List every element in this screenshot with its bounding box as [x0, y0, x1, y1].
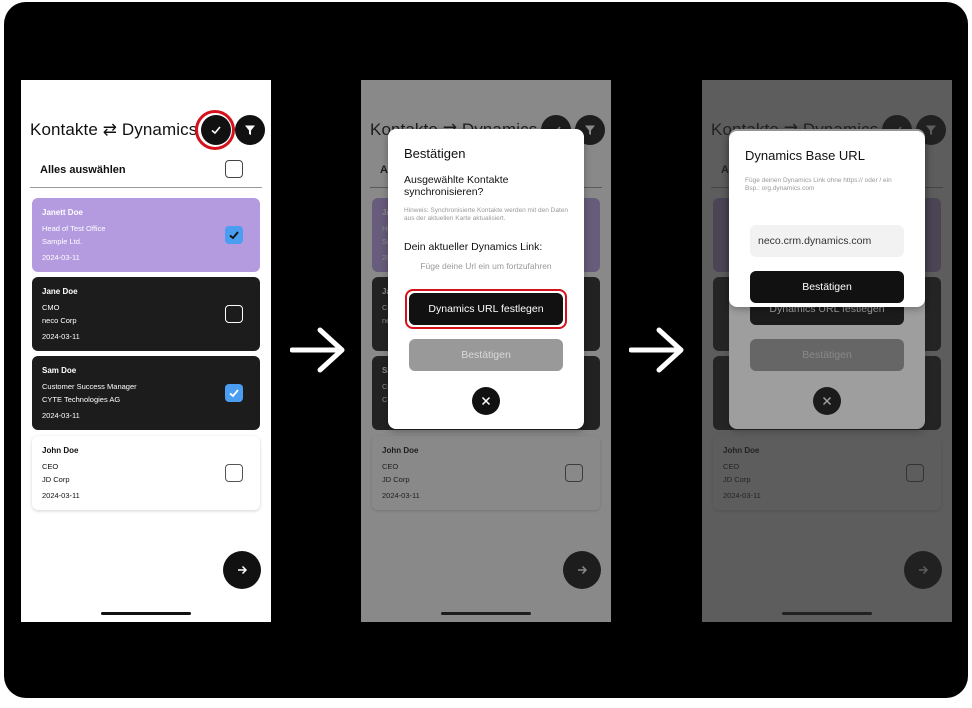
contact-name: Jane Doe — [42, 287, 78, 296]
contact-name: John Doe — [42, 446, 79, 455]
contact-role: Head of Test Office — [42, 224, 106, 233]
check-icon — [229, 231, 239, 240]
phone-screen-confirm-dialog: Kontakte ⇄ Dynamics Alles auswählen Jane… — [361, 80, 611, 622]
dialog-question: Ausgewählte Kontakte synchronisieren? — [404, 174, 509, 198]
contact-role: CEO — [42, 462, 59, 471]
contact-checkbox[interactable] — [225, 384, 243, 402]
step-arrow-icon — [290, 327, 345, 373]
dialog-title: Bestätigen — [404, 146, 466, 161]
phone-screen-contacts: Kontakte ⇄ Dynamics Alles auswählen Jane… — [21, 80, 271, 622]
contact-name: Janett Doe — [42, 208, 83, 217]
contact-role: CMO — [42, 303, 60, 312]
contact-card[interactable]: Jane Doe CMO neco Corp 2024-03-11 — [32, 277, 260, 351]
close-icon — [481, 396, 491, 406]
dialog-hint: Hinweis: Synchronisierte Kontakte werden… — [404, 207, 569, 222]
select-all-checkbox[interactable] — [225, 160, 243, 178]
dialog-title: Dynamics Base URL — [745, 148, 865, 163]
step-arrow-icon — [629, 327, 684, 373]
contact-date: 2024-03-11 — [42, 411, 80, 420]
contact-date: 2024-03-11 — [42, 491, 80, 500]
phone-screen-url-dialog: Kontakte ⇄ Dynamics Alles auswählen John… — [702, 80, 952, 622]
filter-button[interactable] — [235, 115, 265, 145]
close-dialog-button[interactable] — [472, 387, 500, 415]
confirm-button[interactable]: Bestätigen — [409, 339, 563, 371]
dynamics-url-input[interactable]: neco.crm.dynamics.com — [750, 225, 904, 257]
next-button[interactable] — [223, 551, 261, 589]
contact-company: Sample Ltd. — [42, 237, 83, 246]
contact-date: 2024-03-11 — [42, 332, 80, 341]
confirm-url-button[interactable]: Bestätigen — [750, 271, 904, 303]
check-icon — [229, 389, 239, 398]
tutorial-canvas: Kontakte ⇄ Dynamics Alles auswählen Jane… — [4, 2, 968, 698]
contact-company: CYTE Technologies AG — [42, 395, 121, 404]
contact-date: 2024-03-11 — [42, 253, 80, 262]
contact-checkbox[interactable] — [225, 305, 243, 323]
contact-company: JD Corp — [42, 475, 70, 484]
url-dialog: Dynamics Base URL Füge deinen Dynamics L… — [729, 131, 925, 307]
filter-icon — [245, 125, 255, 135]
contact-company: neco Corp — [42, 316, 77, 325]
page-title: Kontakte ⇄ Dynamics — [30, 120, 198, 139]
select-all-label: Alles auswählen — [40, 164, 126, 176]
contact-checkbox[interactable] — [225, 226, 243, 244]
dialog-hint: Füge deinen Dynamics Link ohne https:// … — [745, 177, 892, 192]
contact-name: Sam Doe — [42, 366, 77, 375]
divider — [30, 187, 262, 188]
contact-card[interactable]: Janett Doe Head of Test Office Sample Lt… — [32, 198, 260, 272]
contact-checkbox[interactable] — [225, 464, 243, 482]
arrow-right-icon — [238, 565, 248, 575]
dynamics-link-label: Dein aktueller Dynamics Link: — [404, 241, 543, 253]
contact-card[interactable]: John Doe CEO JD Corp 2024-03-11 — [32, 436, 260, 510]
highlight-ring — [195, 110, 235, 150]
dynamics-link-placeholder: Füge deine Url ein um fortzufahren — [420, 261, 552, 271]
home-indicator — [101, 612, 191, 615]
confirm-dialog: Bestätigen Ausgewählte Kontakte synchron… — [388, 129, 584, 429]
highlight-ring — [405, 289, 567, 329]
contact-card[interactable]: Sam Doe Customer Success Manager CYTE Te… — [32, 356, 260, 430]
contact-role: Customer Success Manager — [42, 382, 137, 391]
